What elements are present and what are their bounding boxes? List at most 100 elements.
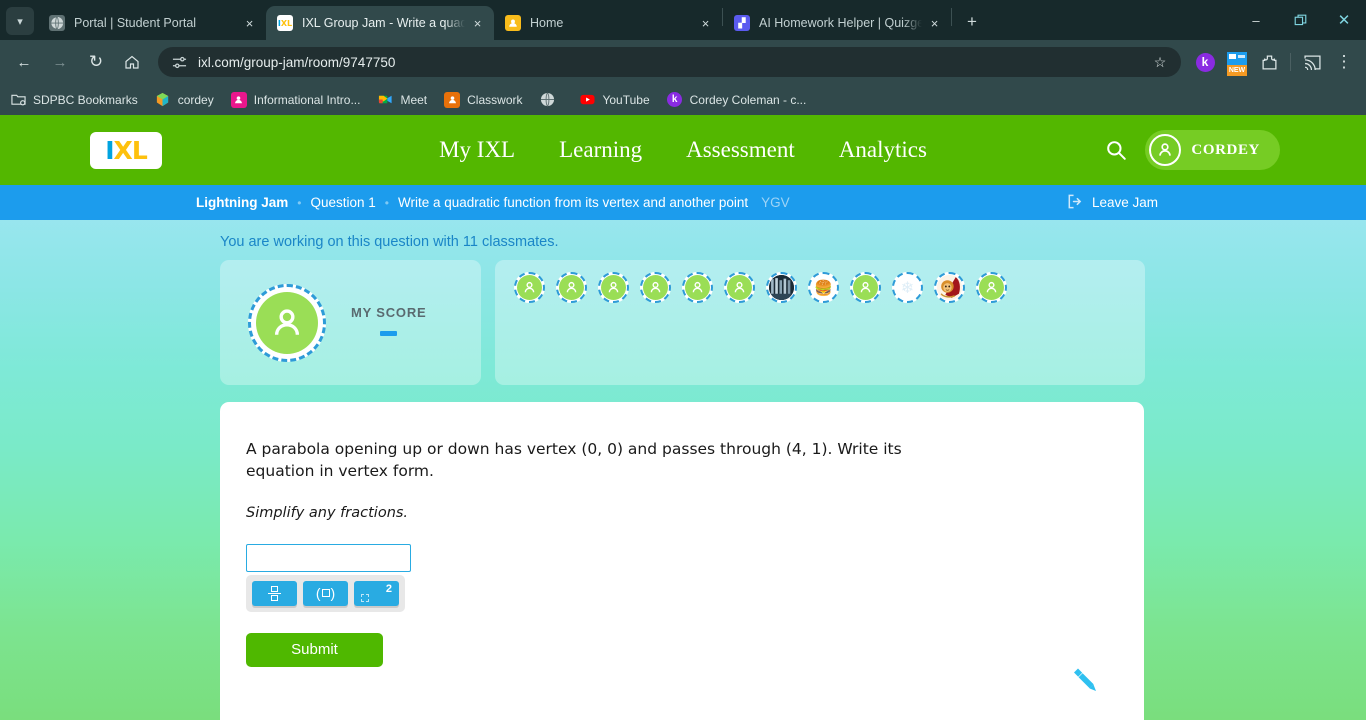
bookmark-label: SDPBC Bookmarks <box>33 92 138 107</box>
classmate-avatar[interactable]: ❄ <box>892 272 923 303</box>
math-keyboard-toolbar: () 2 <box>246 574 405 612</box>
tab-title: IXL Group Jam - Write a quadra <box>302 16 465 30</box>
browser-tab-3[interactable]: ▞ AI Homework Helper | Quizgeck × <box>723 6 951 40</box>
tune-icon[interactable] <box>170 53 188 71</box>
bookmark-youtube[interactable]: YouTube <box>579 92 650 108</box>
ixl-header: I XL My IXL Learning Assessment Analytics… <box>0 115 1366 185</box>
classmate-avatar[interactable] <box>598 272 629 303</box>
puzzle-extension-icon[interactable] <box>1256 49 1282 75</box>
ixl-icon: I XL <box>277 15 293 31</box>
bookmark-label: Informational Intro... <box>253 92 361 107</box>
new-badge-extension-icon[interactable]: NEW <box>1224 49 1250 76</box>
browser-window: ▾ Portal | Student Portal × I XL IXL Grou… <box>0 0 1366 720</box>
snowflake-icon: ❄ <box>895 275 920 300</box>
close-icon[interactable]: × <box>469 15 486 32</box>
person-icon <box>853 275 878 300</box>
home-icon[interactable] <box>117 47 147 77</box>
bookmark-label: cordey <box>177 92 214 107</box>
breadcrumb-separator: • <box>384 195 389 210</box>
minimize-button[interactable]: – <box>1234 2 1278 38</box>
reload-icon[interactable]: ↻ <box>81 47 111 77</box>
nav-item-learning[interactable]: Learning <box>559 137 642 163</box>
person-icon <box>979 275 1004 300</box>
classmate-avatar[interactable] <box>556 272 587 303</box>
classmate-avatar[interactable] <box>724 272 755 303</box>
fraction-icon <box>268 585 281 602</box>
classmate-avatar[interactable] <box>934 272 965 303</box>
parentheses-icon: () <box>315 585 336 602</box>
toolbar-divider <box>1290 53 1291 71</box>
bookmark-label: Classwork <box>467 92 523 107</box>
browser-tab-0[interactable]: Portal | Student Portal × <box>38 6 266 40</box>
browser-tab-1[interactable]: I XL IXL Group Jam - Write a quadra × <box>266 6 494 40</box>
close-icon[interactable]: × <box>697 15 714 32</box>
bookmark-sdpbc[interactable]: SDPBC Bookmarks <box>10 92 138 108</box>
parentheses-button[interactable]: () <box>303 580 348 606</box>
bookmark-meet[interactable]: Meet <box>377 92 427 108</box>
score-label: MY SCORE <box>351 305 427 320</box>
person-icon <box>727 275 752 300</box>
close-window-button[interactable]: ✕ <box>1322 2 1366 38</box>
nav-item-my-ixl[interactable]: My IXL <box>439 137 515 163</box>
tab-strip: ▾ Portal | Student Portal × I XL IXL Grou… <box>0 0 1366 40</box>
classmate-avatar[interactable] <box>682 272 713 303</box>
classmate-avatar-row: 🍔 ❄ <box>514 272 1145 303</box>
fraction-button[interactable] <box>252 580 297 606</box>
classmates-notice: You are working on this question with 11… <box>220 234 559 250</box>
exponent-button[interactable]: 2 <box>354 580 399 606</box>
tab-search-button[interactable]: ▾ <box>6 7 34 35</box>
folder-settings-icon <box>10 92 26 108</box>
classmate-avatar[interactable]: 🍔 <box>808 272 839 303</box>
jam-question-number: Question 1 <box>310 195 376 210</box>
search-icon[interactable] <box>1103 137 1129 163</box>
contacts-icon <box>230 91 247 108</box>
ixl-nav-right: CORDEY <box>1103 130 1280 170</box>
globe-icon <box>49 15 65 31</box>
leave-jam-label: Leave Jam <box>1092 195 1159 210</box>
close-icon[interactable]: × <box>241 15 258 32</box>
classmate-avatar[interactable] <box>766 272 797 303</box>
nav-item-analytics[interactable]: Analytics <box>839 137 927 163</box>
nav-item-assessment[interactable]: Assessment <box>686 137 795 163</box>
classmate-avatar[interactable] <box>514 272 545 303</box>
page-content: I XL My IXL Learning Assessment Analytics… <box>0 115 1366 720</box>
window-controls: – ✕ <box>1234 0 1366 40</box>
pencil-icon[interactable] <box>1066 665 1102 701</box>
classmate-avatar[interactable] <box>850 272 881 303</box>
url-text: ixl.com/group-jam/room/9747750 <box>198 54 396 70</box>
three-dot-menu-icon[interactable]: ⋮ <box>1331 49 1357 75</box>
maximize-button[interactable] <box>1278 2 1322 38</box>
leave-jam-button[interactable]: Leave Jam <box>1066 193 1158 213</box>
cast-icon[interactable] <box>1299 49 1325 75</box>
user-menu-button[interactable]: CORDEY <box>1145 130 1280 170</box>
bookmark-star-icon[interactable]: ☆ <box>1149 54 1171 71</box>
browser-tab-2[interactable]: Home × <box>494 6 722 40</box>
close-icon[interactable]: × <box>926 15 943 32</box>
new-tab-button[interactable]: + <box>958 8 986 36</box>
tab-title: AI Homework Helper | Quizgeck <box>759 16 922 30</box>
cube-icon <box>155 92 171 108</box>
person-icon <box>517 275 542 300</box>
tab-divider <box>951 7 952 26</box>
address-bar[interactable]: ixl.com/group-jam/room/9747750 ☆ <box>158 47 1181 77</box>
classroom-icon <box>444 91 461 108</box>
extensions-area: k NEW ⋮ <box>1189 49 1360 76</box>
meet-icon <box>377 92 393 108</box>
classmate-avatar[interactable] <box>976 272 1007 303</box>
bookmark-informational-intro[interactable]: Informational Intro... <box>230 91 361 108</box>
answer-zone: () 2 <box>246 543 411 612</box>
exponent-icon: 2 <box>354 581 399 606</box>
bookmarks-bar: SDPBC Bookmarks cordey Informational Int… <box>0 84 1366 115</box>
submit-button[interactable]: Submit <box>246 632 383 667</box>
person-icon <box>685 275 710 300</box>
bookmark-classwork[interactable]: Classwork <box>444 91 523 108</box>
bookmark-cordey[interactable]: cordey <box>155 92 214 108</box>
bookmark-globe[interactable] <box>539 92 562 108</box>
user-name: CORDEY <box>1191 141 1260 158</box>
classmate-avatar[interactable] <box>640 272 671 303</box>
kami-extension-icon[interactable]: k <box>1192 49 1218 75</box>
bookmark-cordey-coleman[interactable]: k Cordey Coleman - c... <box>667 92 806 108</box>
answer-input[interactable] <box>246 543 411 572</box>
forward-icon[interactable]: → <box>45 47 75 77</box>
back-icon[interactable]: ← <box>9 47 39 77</box>
